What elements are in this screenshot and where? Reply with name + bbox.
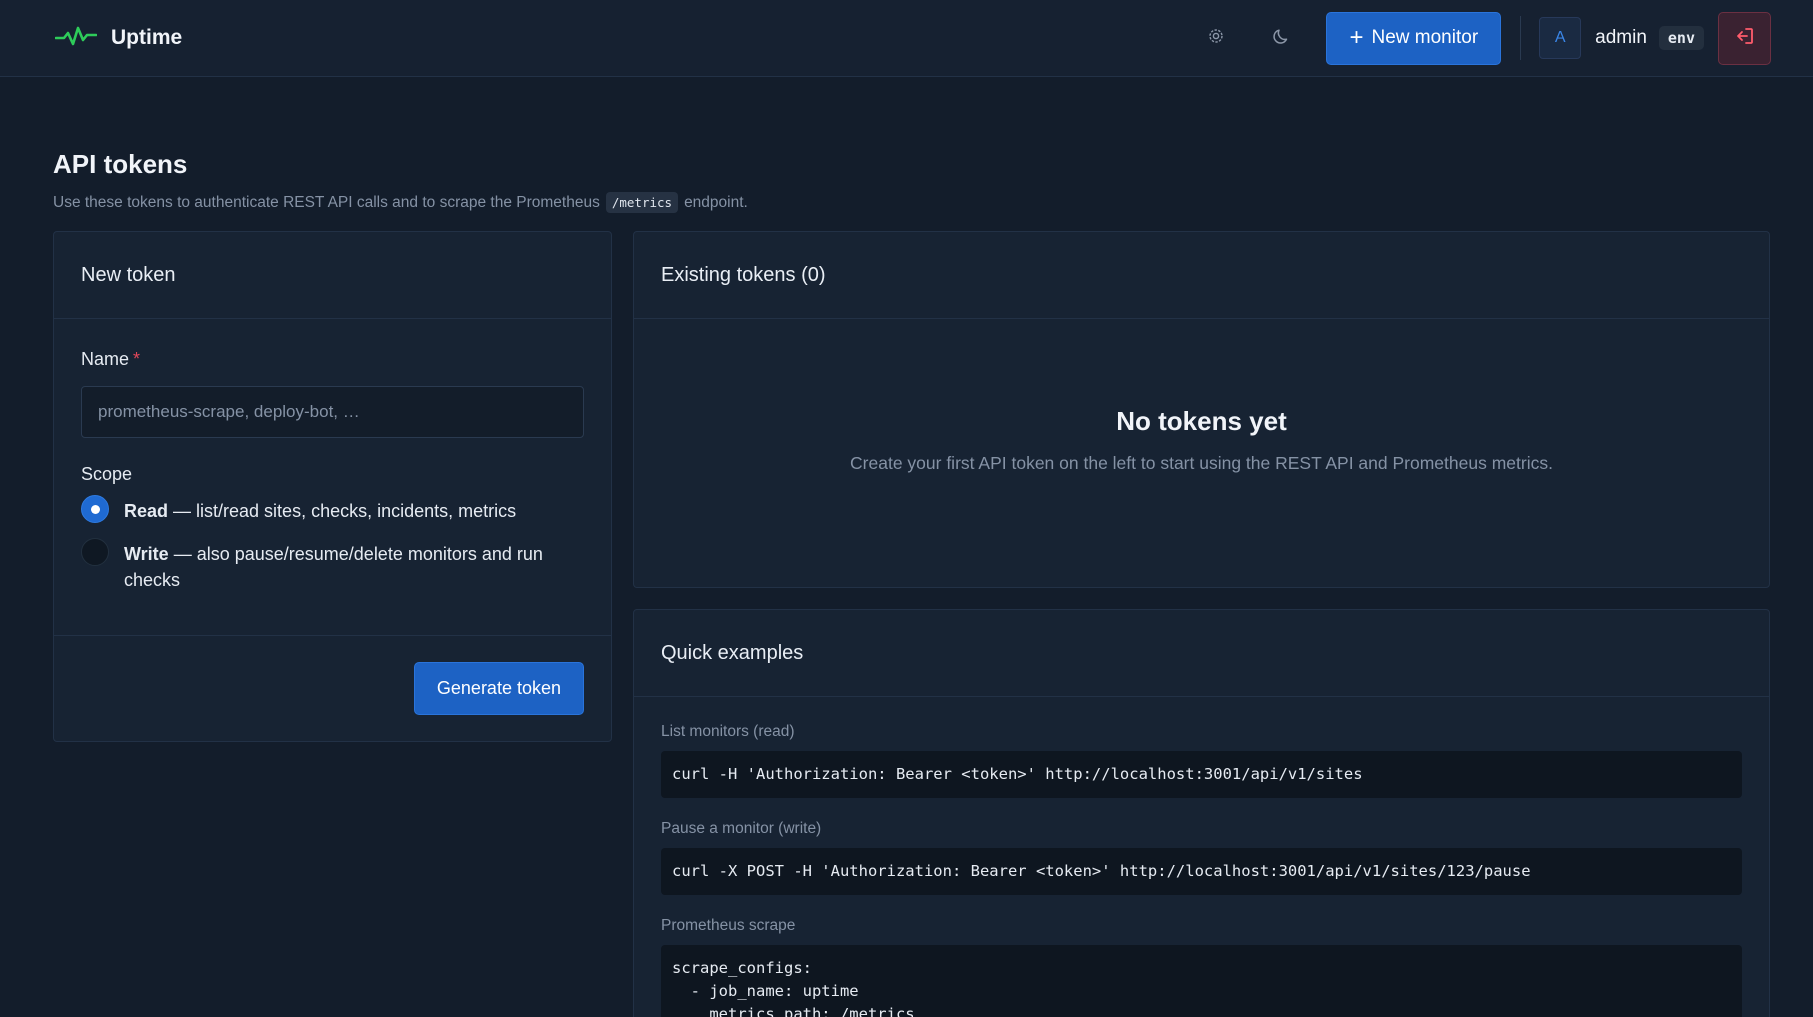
empty-state-message: Create your first API token on the left … [850,453,1553,473]
example-label: Prometheus scrape [661,917,796,934]
settings-gear-icon [1206,26,1226,51]
example-code-block[interactable]: scrape_configs: - job_name: uptime metri… [661,945,1742,1017]
new-token-footer: Generate token [54,635,611,741]
plus-icon: + [1349,24,1364,51]
read-option-title: Read [124,501,169,521]
right-column: Existing tokens (0) No tokens yet Create… [633,231,1770,1017]
metrics-path-code: /metrics [605,192,679,213]
required-marker: * [133,349,141,369]
existing-tokens-heading: Existing tokens (0) [634,232,1769,319]
read-option-desc: — list/read sites, checks, incidents, me… [173,501,517,521]
new-token-heading: New token [54,232,611,319]
theme-toggle-button[interactable] [1260,16,1304,60]
write-option-text: Write — also pause/resume/delete monitor… [124,541,584,593]
scope-label: Scope [81,464,133,484]
example-code-block[interactable]: curl -X POST -H 'Authorization: Bearer <… [661,848,1742,895]
example-label: List monitors (read) [661,723,795,740]
example-label: Pause a monitor (write) [661,820,822,837]
write-radio[interactable] [81,538,109,566]
brand[interactable]: Uptime [54,24,183,53]
settings-button[interactable] [1194,16,1238,60]
empty-state-title: No tokens yet [1116,406,1287,436]
scope-option-read[interactable]: Read — list/read sites, checks, incident… [81,495,584,524]
name-label: Name * [81,349,584,370]
env-badge: env [1658,26,1704,50]
new-token-form: Name* Scope Read — list/read sites, chec… [54,319,611,593]
scope-option-write[interactable]: Write — also pause/resume/delete monitor… [81,538,584,593]
header-divider [1520,16,1522,60]
new-token-card: New token Name* Scope Read — list/read s… [53,231,612,742]
subtitle-text: Use these tokens to authenticate REST AP… [53,193,600,211]
write-option-title: Write [124,544,169,564]
main-content: API tokens Use these tokens to authentic… [0,149,1813,1017]
quick-examples-heading: Quick examples [634,610,1769,697]
pulse-logo-icon [54,24,98,53]
new-monitor-label: New monitor [1371,27,1479,48]
app-name: Uptime [111,26,183,49]
read-option-text: Read — list/read sites, checks, incident… [124,498,516,524]
write-option-desc: — also pause/resume/delete monitors and … [124,544,543,590]
top-bar: Uptime + New monitor A admin env [0,0,1813,77]
empty-state: No tokens yet Create your first API toke… [634,319,1769,587]
moon-icon [1272,26,1292,51]
logout-button[interactable] [1718,11,1771,65]
page-title: API tokens [53,149,188,179]
read-radio[interactable] [81,495,109,523]
name-label-text: Name [81,349,130,369]
new-monitor-button[interactable]: + New monitor [1326,11,1502,65]
content-grid: New token Name* Scope Read — list/read s… [53,231,1770,1017]
page-subtitle: Use these tokens to authenticate REST AP… [53,192,1770,213]
avatar[interactable]: A [1539,17,1582,59]
logout-icon [1734,25,1756,52]
quick-examples-card: Quick examples List monitors (read) curl… [633,609,1770,1017]
subtitle-text-end: endpoint. [684,193,748,211]
examples-list: List monitors (read) curl -H 'Authorizat… [634,697,1769,1017]
example-code-block[interactable]: curl -H 'Authorization: Bearer <token>' … [661,751,1742,798]
token-name-input[interactable] [81,386,584,438]
existing-tokens-card: Existing tokens (0) No tokens yet Create… [633,231,1770,588]
username: admin [1595,27,1647,48]
generate-token-button[interactable]: Generate token [413,662,584,715]
